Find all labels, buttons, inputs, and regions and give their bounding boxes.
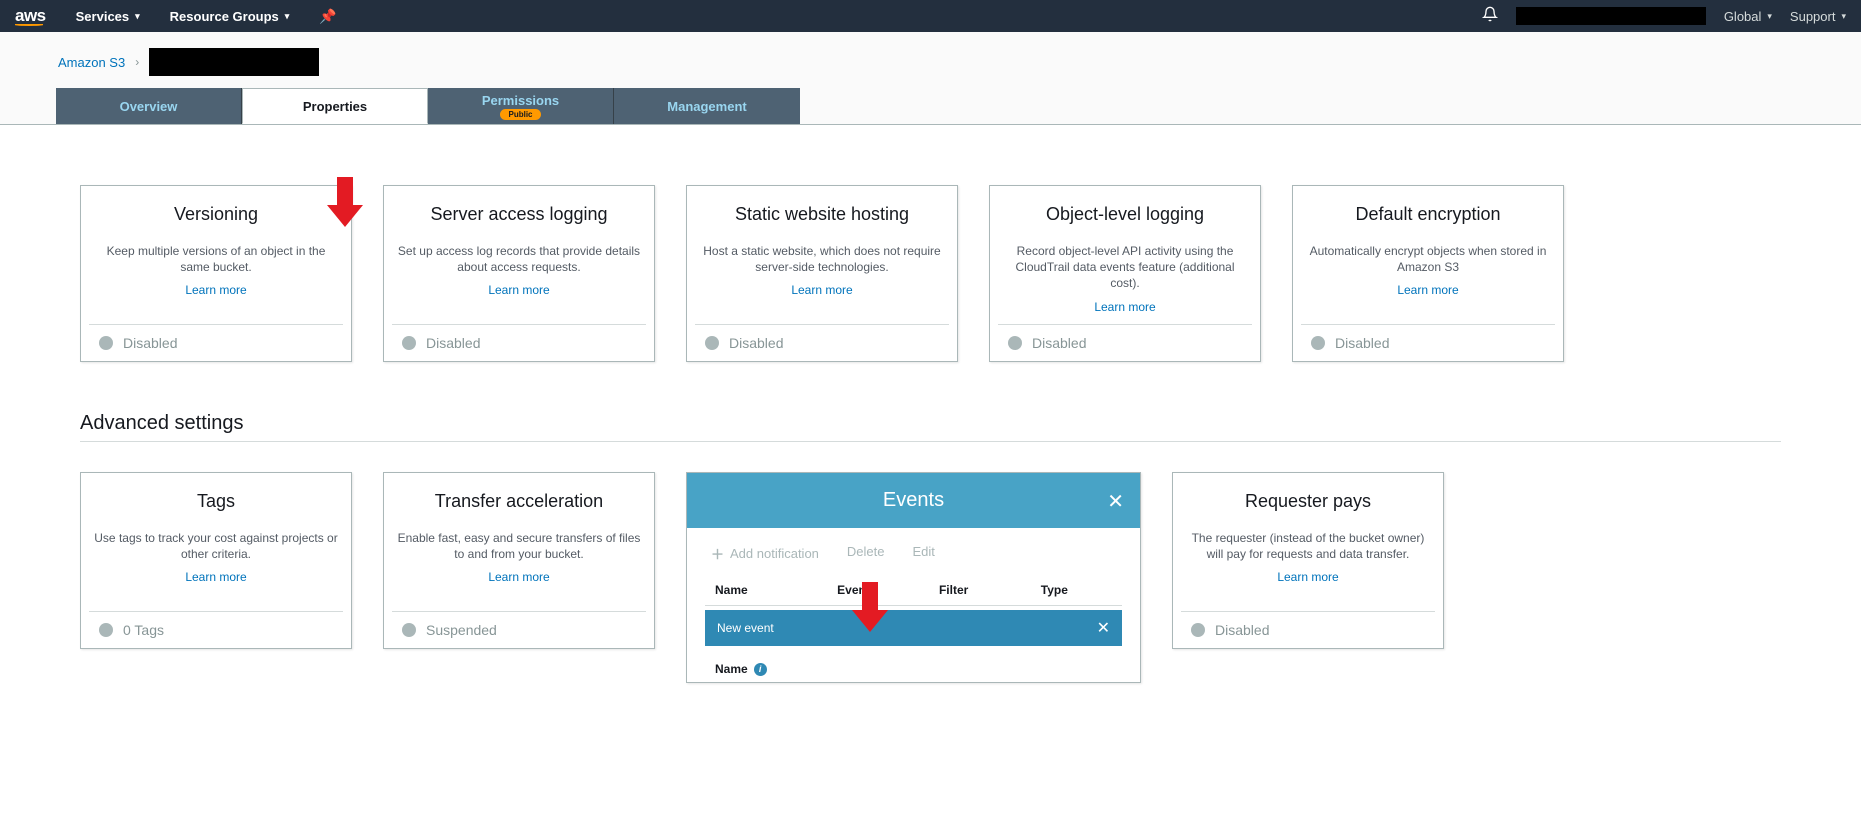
card-static-website-hosting[interactable]: Static website hosting Host a static web…	[686, 185, 958, 362]
card-server-access-logging[interactable]: Server access logging Set up access log …	[383, 185, 655, 362]
nav-right: Global▾ Support▾	[1482, 6, 1846, 27]
pin-icon[interactable]: 📌	[319, 8, 336, 25]
learn-more-link[interactable]: Learn more	[91, 570, 341, 584]
divider	[80, 441, 1781, 442]
status-dot-icon	[1008, 336, 1022, 350]
chevron-down-icon: ▾	[135, 11, 140, 22]
status-dot-icon	[1311, 336, 1325, 350]
card-object-level-logging[interactable]: Object-level logging Record object-level…	[989, 185, 1261, 362]
breadcrumb: Amazon S3 ›	[0, 32, 1861, 76]
plus-icon: ＋	[711, 544, 724, 563]
chevron-down-icon: ▾	[1767, 11, 1772, 22]
events-table: Name Events Filter Type	[705, 575, 1122, 606]
status-dot-icon	[99, 623, 113, 637]
tab-bar: Overview Properties Permissions Public M…	[0, 76, 1861, 125]
status-dot-icon	[402, 336, 416, 350]
aws-logo[interactable]: aws	[15, 6, 46, 26]
notifications-icon[interactable]	[1482, 6, 1498, 27]
table-header-row: Name Events Filter Type	[705, 575, 1122, 606]
events-toolbar: ＋ Add notification Delete Edit	[687, 528, 1140, 575]
card-default-encryption[interactable]: Default encryption Automatically encrypt…	[1292, 185, 1564, 362]
card-events-expanded: Events ✕ ＋ Add notification Delete Edit …	[686, 472, 1141, 683]
learn-more-link[interactable]: Learn more	[394, 283, 644, 297]
account-redacted[interactable]	[1516, 7, 1706, 25]
tab-properties[interactable]: Properties	[242, 88, 428, 124]
tab-permissions[interactable]: Permissions Public	[428, 88, 614, 124]
card-requester-pays[interactable]: Requester pays The requester (instead of…	[1172, 472, 1444, 649]
delete-button[interactable]: Delete	[847, 544, 885, 563]
events-panel-header: Events ✕	[687, 473, 1140, 528]
status-dot-icon	[1191, 623, 1205, 637]
new-event-row: New event ✕	[705, 610, 1122, 646]
global-nav: aws Services▾ Resource Groups▾ 📌 Global▾…	[0, 0, 1861, 32]
learn-more-link[interactable]: Learn more	[697, 283, 947, 297]
name-field-label: Name i	[687, 656, 1140, 682]
learn-more-link[interactable]: Learn more	[394, 570, 644, 584]
status-dot-icon	[705, 336, 719, 350]
public-badge: Public	[500, 109, 540, 120]
tab-overview[interactable]: Overview	[56, 88, 242, 124]
card-tags[interactable]: Tags Use tags to track your cost against…	[80, 472, 352, 649]
nav-left: aws Services▾ Resource Groups▾ 📌	[15, 6, 337, 26]
resource-groups-menu[interactable]: Resource Groups▾	[170, 9, 290, 24]
close-icon[interactable]: ✕	[1097, 618, 1110, 638]
status-dot-icon	[402, 623, 416, 637]
chevron-down-icon: ▾	[1841, 11, 1846, 22]
card-transfer-acceleration[interactable]: Transfer acceleration Enable fast, easy …	[383, 472, 655, 649]
learn-more-link[interactable]: Learn more	[1303, 283, 1553, 297]
learn-more-link[interactable]: Learn more	[91, 283, 341, 297]
region-menu[interactable]: Global▾	[1724, 9, 1772, 24]
status-dot-icon	[99, 336, 113, 350]
advanced-settings-row: Tags Use tags to track your cost against…	[80, 472, 1781, 683]
edit-button[interactable]: Edit	[913, 544, 935, 563]
annotation-arrow	[862, 582, 888, 632]
annotation-arrow	[337, 177, 363, 227]
services-menu[interactable]: Services▾	[76, 9, 140, 24]
advanced-settings-heading: Advanced settings	[80, 412, 1781, 435]
tab-management[interactable]: Management	[614, 88, 800, 124]
card-versioning[interactable]: Versioning Keep multiple versions of an …	[80, 185, 352, 362]
breadcrumb-root[interactable]: Amazon S3	[58, 55, 125, 70]
add-notification-button[interactable]: ＋ Add notification	[711, 544, 819, 563]
close-icon[interactable]: ✕	[1107, 489, 1124, 514]
properties-content: Versioning Keep multiple versions of an …	[0, 125, 1861, 793]
learn-more-link[interactable]: Learn more	[1000, 300, 1250, 314]
chevron-right-icon: ›	[135, 55, 139, 69]
chevron-down-icon: ▾	[285, 11, 290, 22]
info-icon[interactable]: i	[754, 663, 767, 676]
bucket-name-redacted	[149, 48, 319, 76]
learn-more-link[interactable]: Learn more	[1183, 570, 1433, 584]
support-menu[interactable]: Support▾	[1790, 9, 1846, 24]
